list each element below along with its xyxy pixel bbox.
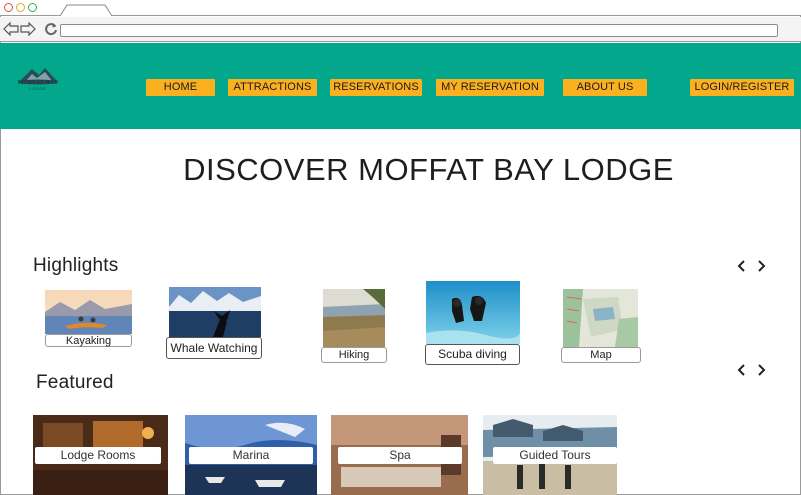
back-arrow-icon[interactable]	[3, 22, 19, 36]
featured-prev-chevron-icon[interactable]	[737, 364, 747, 376]
scuba-diving-label[interactable]: Scuba diving	[425, 344, 520, 365]
nav-attractions-button[interactable]: ATTRACTIONS	[228, 79, 317, 96]
marina-label[interactable]: Marina	[189, 447, 313, 464]
map-image[interactable]	[563, 289, 638, 347]
nav-about-us-button[interactable]: ABOUT US	[563, 79, 647, 96]
page-title: DISCOVER MOFFAT BAY LODGE	[183, 152, 674, 187]
logo-subtext: LODGE	[29, 87, 47, 91]
close-window-icon[interactable]	[4, 3, 13, 12]
featured-next-chevron-icon[interactable]	[756, 364, 766, 376]
site-header: MOFFAT BAY LODGE HOME ATTRACTIONS RESERV…	[0, 43, 801, 129]
hiking-label[interactable]: Hiking	[321, 347, 387, 363]
whale-watching-label[interactable]: Whale Watching	[166, 337, 262, 359]
highlights-prev-chevron-icon[interactable]	[737, 260, 747, 272]
reload-icon[interactable]	[44, 22, 58, 36]
highlights-next-chevron-icon[interactable]	[756, 260, 766, 272]
featured-heading: Featured	[36, 372, 114, 393]
login-register-button[interactable]: LOGIN/REGISTER	[690, 79, 794, 96]
whale-watching-image[interactable]	[169, 287, 261, 337]
kayaking-label[interactable]: Kayaking	[45, 334, 132, 347]
hiking-image[interactable]	[323, 289, 385, 347]
spa-label[interactable]: Spa	[338, 447, 462, 464]
address-bar-input[interactable]	[60, 24, 778, 37]
lodge-rooms-label[interactable]: Lodge Rooms	[35, 447, 161, 464]
scuba-diving-image[interactable]	[426, 281, 520, 344]
guided-tours-label[interactable]: Guided Tours	[493, 447, 617, 464]
nav-home-button[interactable]: HOME	[146, 79, 215, 96]
browser-toolbar	[0, 17, 801, 42]
forward-arrow-icon[interactable]	[20, 22, 36, 36]
map-label[interactable]: Map	[561, 347, 641, 363]
browser-tab[interactable]	[60, 4, 112, 16]
nav-my-reservation-button[interactable]: MY RESERVATION	[436, 79, 544, 96]
minimize-window-icon[interactable]	[16, 3, 25, 12]
maximize-window-icon[interactable]	[28, 3, 37, 12]
browser-tab-bar	[0, 0, 801, 16]
kayaking-image[interactable]	[45, 290, 132, 334]
nav-reservations-button[interactable]: RESERVATIONS	[330, 79, 422, 96]
logo-text: MOFFAT BAY	[17, 80, 59, 86]
highlights-heading: Highlights	[33, 255, 119, 276]
